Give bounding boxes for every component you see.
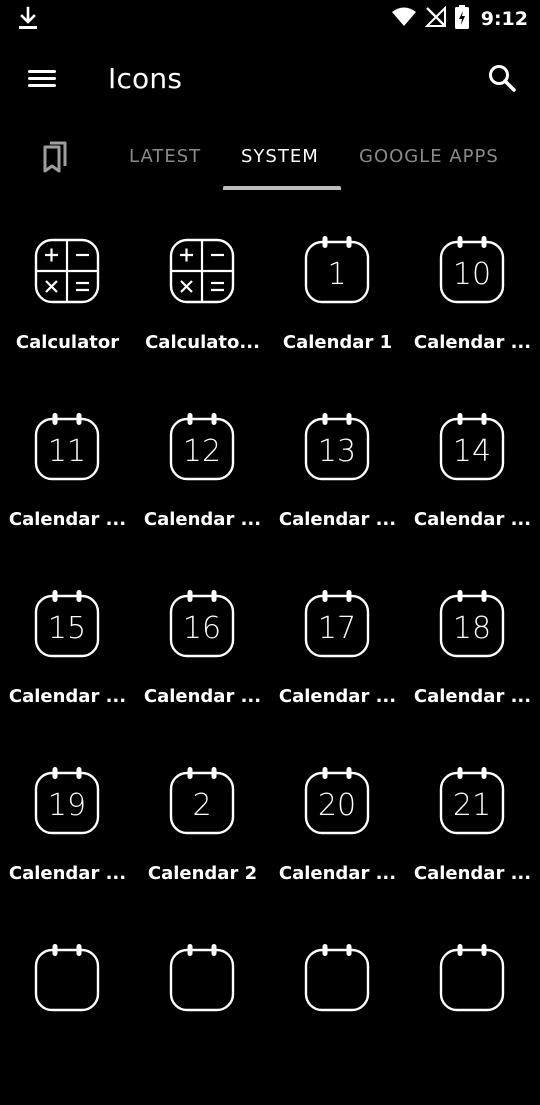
battery-charging-icon bbox=[454, 5, 469, 33]
icon-tile[interactable]: 16 Calendar ... bbox=[135, 574, 270, 751]
calendar-day-number: 14 bbox=[453, 434, 491, 469]
icon-label: Calendar ... bbox=[278, 509, 397, 530]
icon-label: Calendar ... bbox=[8, 686, 127, 707]
calendar-day-number: 18 bbox=[453, 611, 491, 646]
icon-tile[interactable] bbox=[0, 928, 135, 1105]
download-icon bbox=[16, 6, 40, 32]
icon-tile[interactable]: 2 Calendar 2 bbox=[135, 751, 270, 928]
hamburger-menu-icon[interactable] bbox=[22, 62, 62, 98]
calendar-icon: 19 bbox=[34, 767, 100, 835]
icon-label: Calendar ... bbox=[278, 686, 397, 707]
calendar-icon: 15 bbox=[34, 590, 100, 658]
icon-label: Calendar 2 bbox=[147, 863, 258, 884]
icon-tile[interactable]: 18 Calendar ... bbox=[405, 574, 540, 751]
icon-label: Calendar ... bbox=[413, 863, 532, 884]
icon-tile[interactable]: 11 Calendar ... bbox=[0, 397, 135, 574]
calendar-day-number: 2 bbox=[192, 788, 211, 823]
calendar-icon: 12 bbox=[169, 413, 235, 481]
bookmarks-icon[interactable] bbox=[36, 138, 76, 178]
app-bar: Icons bbox=[0, 38, 540, 122]
icon-label: Calendar ... bbox=[278, 863, 397, 884]
search-icon[interactable] bbox=[484, 60, 520, 96]
icon-tile[interactable]: 12 Calendar ... bbox=[135, 397, 270, 574]
icon-tile[interactable]: Calculato... bbox=[135, 220, 270, 397]
status-time: 9:12 bbox=[480, 8, 528, 30]
active-tab-indicator bbox=[223, 186, 341, 190]
calendar-icon: 13 bbox=[304, 413, 370, 481]
calculator-icon bbox=[169, 236, 235, 304]
icon-tile[interactable] bbox=[270, 928, 405, 1105]
icon-label: Calendar ... bbox=[8, 509, 127, 530]
icon-label: Calculator bbox=[15, 332, 120, 353]
icon-tile[interactable]: 17 Calendar ... bbox=[270, 574, 405, 751]
icon-tile[interactable]: 1 Calendar 1 bbox=[270, 220, 405, 397]
calendar-icon: 1 bbox=[304, 236, 370, 304]
icon-tile[interactable]: 19 Calendar ... bbox=[0, 751, 135, 928]
calendar-icon: 17 bbox=[304, 590, 370, 658]
calendar-icon: 18 bbox=[439, 590, 505, 658]
calendar-icon: 20 bbox=[304, 767, 370, 835]
icon-tile[interactable]: 20 Calendar ... bbox=[270, 751, 405, 928]
icon-tile[interactable]: Calculator bbox=[0, 220, 135, 397]
calendar-icon bbox=[304, 944, 370, 1012]
calculator-icon bbox=[34, 236, 100, 304]
signal-off-icon bbox=[424, 5, 447, 32]
wifi-icon bbox=[391, 7, 417, 31]
calendar-icon: 11 bbox=[34, 413, 100, 481]
calendar-day-number: 1 bbox=[327, 257, 346, 292]
calendar-day-number: 15 bbox=[48, 611, 86, 646]
icon-tile[interactable]: 15 Calendar ... bbox=[0, 574, 135, 751]
icon-label: Calculato... bbox=[145, 332, 260, 353]
calendar-day-number: 20 bbox=[318, 788, 356, 823]
page-title: Icons bbox=[108, 62, 183, 95]
icon-tile[interactable]: 10 Calendar ... bbox=[405, 220, 540, 397]
calendar-icon bbox=[439, 944, 505, 1012]
calendar-icon: 21 bbox=[439, 767, 505, 835]
icon-tile[interactable]: 14 Calendar ... bbox=[405, 397, 540, 574]
icon-label: Calendar ... bbox=[413, 686, 532, 707]
icon-label: Calendar ... bbox=[413, 332, 532, 353]
icon-label: Calendar ... bbox=[8, 863, 127, 884]
calendar-icon: 10 bbox=[439, 236, 505, 304]
icon-label: Calendar ... bbox=[143, 686, 262, 707]
calendar-day-number: 16 bbox=[183, 611, 221, 646]
calendar-icon bbox=[169, 944, 235, 1012]
calendar-icon: 2 bbox=[169, 767, 235, 835]
status-icons: 9:12 bbox=[391, 5, 528, 33]
tab-bar: LATEST SYSTEM GOOGLE APPS bbox=[0, 128, 540, 194]
calendar-icon bbox=[34, 944, 100, 1012]
calendar-day-number: 17 bbox=[318, 611, 356, 646]
icon-label: Calendar ... bbox=[143, 509, 262, 530]
tab-latest[interactable]: LATEST bbox=[129, 146, 201, 167]
calendar-day-number: 19 bbox=[48, 788, 86, 823]
icon-label: Calendar ... bbox=[413, 509, 532, 530]
icon-tile[interactable] bbox=[135, 928, 270, 1105]
tab-system[interactable]: SYSTEM bbox=[241, 146, 319, 167]
calendar-icon: 14 bbox=[439, 413, 505, 481]
calendar-day-number: 13 bbox=[318, 434, 356, 469]
icon-tile[interactable]: 13 Calendar ... bbox=[270, 397, 405, 574]
icon-tile[interactable] bbox=[405, 928, 540, 1105]
icon-tile[interactable]: 21 Calendar ... bbox=[405, 751, 540, 928]
calendar-day-number: 11 bbox=[48, 434, 86, 469]
calendar-day-number: 12 bbox=[183, 434, 221, 469]
calendar-icon: 16 bbox=[169, 590, 235, 658]
status-bar: 9:12 bbox=[0, 0, 540, 38]
icon-label: Calendar 1 bbox=[282, 332, 393, 353]
tab-google-apps[interactable]: GOOGLE APPS bbox=[359, 146, 499, 167]
calendar-day-number: 21 bbox=[453, 788, 491, 823]
calendar-day-number: 10 bbox=[453, 257, 491, 292]
